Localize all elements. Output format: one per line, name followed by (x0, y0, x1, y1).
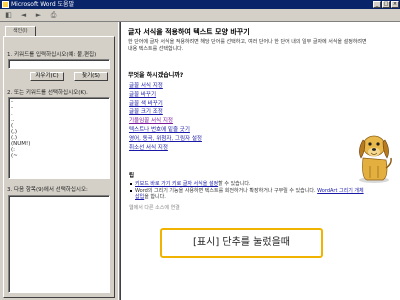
topic-links: 글꼴 서식 지정 글꼴 바꾸기 글꼴 색 바꾸기 글꼴 크기 조정 기울임꼴 서식 지정… (129, 82, 202, 152)
tip-list: 키보드 바로 가기 키로 글자 서식을 설정할 수 있습니다. Word의 그리기… (129, 181, 369, 201)
navigation-pane: 색인(I) 1. 키워드를 입력하십시오(예: 붙,편집) 지우기(C) 찾기(… (0, 22, 118, 300)
close-button[interactable]: × (391, 1, 399, 8)
tip-link[interactable]: WordArt 그리기 개체 삽입 (135, 188, 364, 201)
topic-link[interactable]: 취소선 서식 지정 (129, 144, 202, 153)
step2-label: 2. 또는 키워드를 선택하십시오(K). (7, 90, 88, 96)
title-bar: Microsoft Word 도움말 _ □ × (0, 0, 400, 9)
topic-link[interactable]: 글꼴 크기 조정 (129, 108, 202, 117)
print-icon[interactable]: ⎙ (48, 10, 59, 20)
toolbar: ◧ ◄ ► ⎙ (0, 9, 400, 22)
keyword-list: - -...((,) (.) (NUM!) (: (~ (9, 98, 109, 160)
topic-link[interactable]: 기울임꼴 서식 지정 (129, 117, 202, 126)
tab-bar: 색인(I) (5, 26, 36, 36)
tip-link[interactable]: 키보드 바로 가기 키로 글자 서식을 설정 (135, 181, 218, 187)
clear-button[interactable]: 지우기(C) (30, 72, 64, 81)
minimize-button[interactable]: _ (373, 1, 381, 8)
step3-label: 3. 다음 항목(9)에서 선택하십시오: (7, 187, 88, 193)
caption-box: [표시] 단추를 눌렀을때 (160, 228, 323, 258)
keyword-input[interactable] (8, 59, 110, 69)
question-heading: 무엇을 하시겠습니까? (128, 72, 184, 79)
help-app-icon (2, 1, 9, 8)
maximize-button[interactable]: □ (382, 1, 390, 8)
search-button[interactable]: 찾기(S) (74, 72, 108, 81)
tip-item: Word의 그리기 기능을 사용하면 텍스트를 회전하거나 확장하거나 구부릴 … (129, 188, 369, 201)
keyword-list-box[interactable]: - -...((,) (.) (NUM!) (: (~ (8, 97, 110, 179)
topic-link[interactable]: 텍스트나 번호에 밑줄 긋기 (129, 126, 202, 135)
topic-link[interactable]: 영어, 동곡, 위첨자, 그림자 설정 (129, 135, 202, 144)
tip-heading: 팁 (129, 173, 135, 179)
page-description: 한 단어에 글자 서식을 적용하려면 해당 단어를 선택하고, 여러 단어나 한… (128, 39, 367, 52)
step1-label: 1. 키워드를 입력하십시오(예: 붙,편집) (7, 52, 97, 58)
window-controls: _ □ × (373, 1, 399, 8)
topic-link[interactable]: 글꼴 색 바꾸기 (129, 100, 202, 109)
office-assistant-dog-icon[interactable] (353, 128, 395, 184)
window-title: Microsoft Word 도움말 (11, 1, 75, 8)
forward-arrow-icon[interactable]: ► (33, 10, 44, 20)
topic-link[interactable]: 글꼴 서식 지정 (129, 82, 202, 91)
help-content: 글자 서식을 적용하여 텍스트 모양 바꾸기 한 단어에 글자 서식을 적용하려… (120, 22, 400, 300)
page-title: 글자 서식을 적용하여 텍스트 모양 바꾸기 (128, 28, 250, 36)
back-arrow-icon[interactable]: ◄ (18, 10, 29, 20)
topic-list-box[interactable] (8, 195, 110, 293)
topic-link[interactable]: 글꼴 바꾸기 (129, 91, 202, 100)
show-hide-icon[interactable]: ◧ (3, 10, 14, 20)
more-sources-link[interactable]: 웹에서 다른 소스에 연결 (129, 204, 180, 211)
tab-index[interactable]: 색인(I) (5, 26, 36, 36)
keyword-item[interactable]: (~ (11, 153, 107, 159)
